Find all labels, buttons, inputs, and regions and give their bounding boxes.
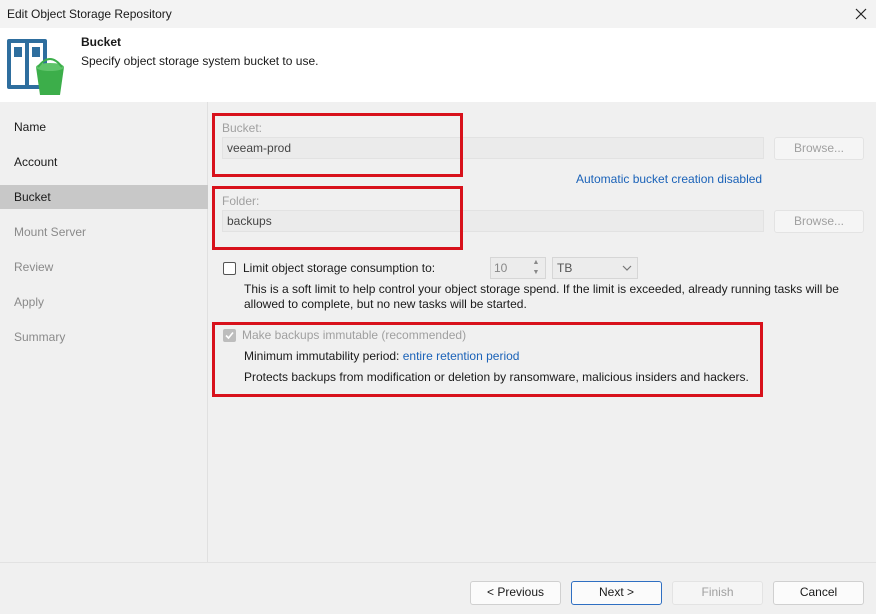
- chevron-down-icon: [622, 265, 632, 271]
- title-bar: Edit Object Storage Repository: [0, 0, 876, 28]
- bucket-field: veeam-prod: [222, 137, 764, 159]
- cancel-button[interactable]: Cancel: [773, 581, 864, 605]
- wizard-header: Bucket Specify object storage system buc…: [0, 28, 876, 102]
- wizard-steps-sidebar: Name Account Bucket Mount Server Review …: [0, 102, 208, 562]
- immutability-period-prefix: Minimum immutability period:: [244, 349, 400, 363]
- sidebar-item-apply: Apply: [14, 295, 45, 309]
- limit-consumption-label: Limit object storage consumption to:: [243, 261, 436, 275]
- limit-unit-select: TB: [552, 257, 638, 279]
- checkmark-icon: [225, 331, 234, 340]
- bucket-settings-panel: Bucket: veeam-prod Browse... Automatic b…: [209, 102, 876, 562]
- window-title: Edit Object Storage Repository: [7, 7, 172, 21]
- limit-unit-value: TB: [557, 261, 573, 275]
- immutability-period-row: Minimum immutability period: entire rete…: [244, 349, 519, 363]
- immutable-description: Protects backups from modification or de…: [244, 370, 749, 384]
- folder-label: Folder:: [222, 194, 260, 208]
- folder-browse-button: Browse...: [774, 210, 864, 233]
- immutability-period-link[interactable]: entire retention period: [403, 349, 520, 363]
- spinner-up-icon: ▲: [532, 259, 540, 266]
- close-button[interactable]: [846, 0, 876, 28]
- sidebar-item-summary: Summary: [14, 330, 66, 344]
- automatic-bucket-creation-link[interactable]: Automatic bucket creation disabled: [576, 172, 762, 186]
- bucket-browse-button: Browse...: [774, 137, 864, 160]
- spinner-down-icon: ▼: [532, 269, 540, 276]
- immutable-label: Make backups immutable (recommended): [242, 328, 467, 342]
- sidebar-item-account[interactable]: Account: [0, 150, 208, 174]
- bucket-label: Bucket:: [222, 121, 263, 135]
- limit-description: This is a soft limit to help control you…: [244, 282, 839, 311]
- page-title: Bucket: [81, 35, 122, 49]
- sidebar-item-bucket[interactable]: Bucket: [0, 185, 208, 209]
- finish-button: Finish: [672, 581, 763, 605]
- folder-field: backups: [222, 210, 764, 232]
- next-button[interactable]: Next >: [571, 581, 662, 605]
- limit-consumption-checkbox[interactable]: [223, 262, 236, 275]
- previous-button[interactable]: < Previous: [470, 581, 561, 605]
- sidebar-item-name[interactable]: Name: [0, 115, 208, 139]
- sidebar-item-review: Review: [14, 260, 54, 274]
- close-icon: [855, 8, 867, 20]
- immutable-checkbox: [223, 329, 236, 342]
- bucket-repository-icon: [7, 39, 64, 95]
- sidebar-item-mount-server: Mount Server: [14, 225, 87, 239]
- wizard-footer: < Previous Next > Finish Cancel: [0, 562, 876, 614]
- page-subtitle: Specify object storage system bucket to …: [81, 54, 319, 68]
